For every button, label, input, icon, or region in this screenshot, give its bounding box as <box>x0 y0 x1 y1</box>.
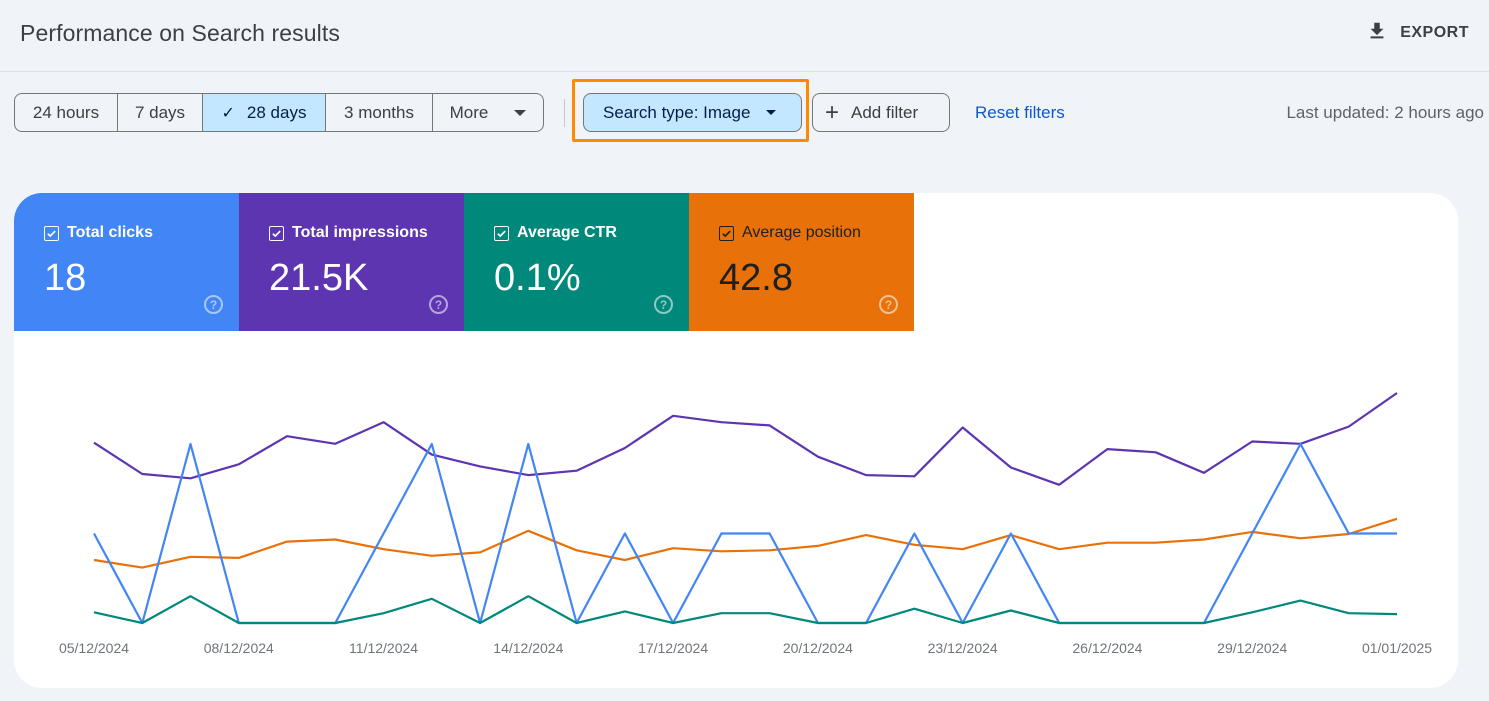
download-icon <box>1366 20 1388 47</box>
date-range-label: 28 days <box>246 102 307 122</box>
search-type-label: Search type: Image <box>603 102 751 122</box>
last-updated-text: Last updated: 2 hours ago <box>1286 103 1484 122</box>
checkbox-checked-icon[interactable] <box>719 225 734 241</box>
series-layer <box>93 392 1398 625</box>
filter-toolbar: 24 hours 7 days ✓ 28 days 3 months More … <box>14 79 1484 142</box>
metric-label: Total impressions <box>292 224 428 241</box>
metric-tile-total-impressions[interactable]: Total impressions 21.5K ? <box>239 193 464 331</box>
x-tick-label: 11/12/2024 <box>349 640 418 656</box>
series-line-average-position <box>93 517 1398 569</box>
dropdown-arrow-icon <box>514 109 527 116</box>
x-axis-ticks: 05/12/2024 08/12/2024 11/12/2024 14/12/2024… <box>59 640 1432 656</box>
x-tick-label: 08/12/2024 <box>204 640 274 656</box>
checkbox-checked-icon[interactable] <box>494 225 509 241</box>
date-range-selector: 24 hours 7 days ✓ 28 days 3 months More <box>14 93 544 132</box>
search-type-filter[interactable]: Search type: Image <box>583 93 802 132</box>
toolbar-divider <box>564 99 565 127</box>
date-range-28-days[interactable]: ✓ 28 days <box>203 94 326 131</box>
x-tick-label: 14/12/2024 <box>493 640 563 656</box>
metric-label: Total clicks <box>67 224 153 241</box>
metric-label: Average CTR <box>517 224 617 241</box>
page-header: Performance on Search results EXPORT <box>0 0 1489 72</box>
performance-card: Total clicks 18 ? Total impressions 21.5… <box>14 193 1458 688</box>
x-tick-label: 26/12/2024 <box>1072 640 1142 656</box>
metric-value: 0.1% <box>494 257 581 299</box>
performance-chart[interactable]: 05/12/2024 08/12/2024 11/12/2024 14/12/2024… <box>14 331 1458 688</box>
checkbox-checked-icon[interactable] <box>269 225 284 241</box>
add-filter-button[interactable]: + Add filter <box>812 93 950 132</box>
help-icon[interactable]: ? <box>879 295 898 314</box>
metric-tiles: Total clicks 18 ? Total impressions 21.5… <box>14 193 914 331</box>
checkbox-checked-icon[interactable] <box>44 225 59 241</box>
x-tick-label: 05/12/2024 <box>59 640 129 656</box>
help-icon[interactable]: ? <box>204 295 223 314</box>
date-range-more-dropdown[interactable]: More <box>433 94 543 131</box>
metric-value: 21.5K <box>269 257 369 299</box>
metric-value: 18 <box>44 257 87 299</box>
plus-icon: + <box>825 98 840 126</box>
date-range-7-days[interactable]: 7 days <box>118 94 203 131</box>
reset-filters-link[interactable]: Reset filters <box>975 103 1065 123</box>
checkmark-icon: ✓ <box>221 104 235 122</box>
metric-value: 42.8 <box>719 257 793 299</box>
series-line-total-impressions <box>93 392 1398 486</box>
export-label: EXPORT <box>1400 24 1469 41</box>
date-range-3-months[interactable]: 3 months <box>326 94 433 131</box>
metric-tile-average-position[interactable]: Average position 42.8 ? <box>689 193 914 331</box>
help-icon[interactable]: ? <box>654 295 673 314</box>
metric-tile-average-ctr[interactable]: Average CTR 0.1% ? <box>464 193 689 331</box>
date-range-label: More <box>449 102 489 122</box>
date-range-24-hours[interactable]: 24 hours <box>15 94 118 131</box>
metric-tile-total-clicks[interactable]: Total clicks 18 ? <box>14 193 239 331</box>
add-filter-label: Add filter <box>851 102 919 122</box>
page-title: Performance on Search results <box>20 20 340 46</box>
export-button[interactable]: EXPORT <box>1366 18 1469 48</box>
date-range-label: 7 days <box>134 102 186 122</box>
dropdown-arrow-icon <box>766 110 777 115</box>
line-chart: 05/12/2024 08/12/2024 11/12/2024 14/12/2024… <box>59 392 1432 656</box>
x-tick-label: 17/12/2024 <box>638 640 708 656</box>
date-range-label: 24 hours <box>32 102 100 122</box>
metric-label: Average position <box>742 224 861 241</box>
x-tick-label: 23/12/2024 <box>928 640 998 656</box>
series-line-average-ctr <box>93 595 1398 625</box>
date-range-label: 3 months <box>344 102 414 122</box>
help-icon[interactable]: ? <box>429 295 448 314</box>
x-tick-label: 29/12/2024 <box>1217 640 1287 656</box>
x-tick-label: 20/12/2024 <box>783 640 853 656</box>
x-tick-label: 01/01/2025 <box>1362 640 1432 656</box>
